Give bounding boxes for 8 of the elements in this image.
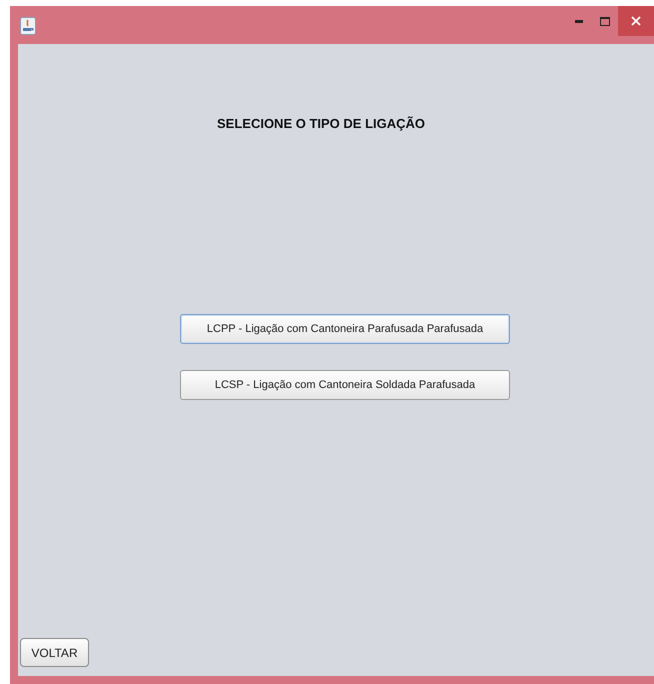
option-button[interactable]: LCSP - Ligação com Cantoneira Soldada Parafusada: [180, 370, 510, 400]
option-button[interactable]: LCPP - Ligação com Cantoneira Parafusada Parafusada: [180, 314, 510, 344]
close-icon[interactable]: [631, 16, 641, 26]
minimize-icon[interactable]: [575, 20, 583, 22]
heading: SELECIONE O TIPO DE LIGAÇÃO: [216, 116, 426, 131]
maximize-icon[interactable]: [600, 16, 610, 26]
back-button[interactable]: VOLTAR: [20, 638, 89, 667]
coffee-cup-icon: [20, 17, 36, 35]
